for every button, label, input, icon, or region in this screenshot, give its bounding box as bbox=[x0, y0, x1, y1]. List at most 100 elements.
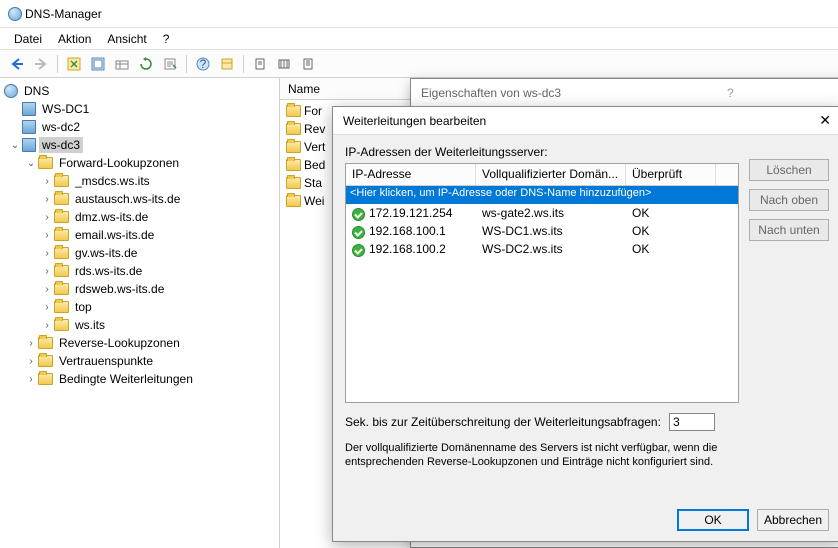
toolbar: ? bbox=[0, 50, 838, 78]
delete-button[interactable]: Löschen bbox=[749, 159, 829, 181]
toolbar-btn-3[interactable] bbox=[111, 53, 133, 75]
toolbar-btn-4[interactable] bbox=[216, 53, 238, 75]
expand-icon[interactable]: › bbox=[40, 194, 54, 205]
toolbar-btn-6[interactable] bbox=[273, 53, 295, 75]
col-verified[interactable]: Überprüft bbox=[626, 164, 716, 185]
move-up-button[interactable]: Nach oben bbox=[749, 189, 829, 211]
cancel-button[interactable]: Abbrechen bbox=[757, 509, 829, 531]
help-button[interactable]: ? bbox=[192, 53, 214, 75]
properties-title: Eigenschaften von ws-dc3 bbox=[421, 86, 561, 100]
tree-root[interactable]: DNS bbox=[0, 82, 279, 100]
tree-zone[interactable]: ›austausch.ws-its.de bbox=[0, 190, 279, 208]
expand-icon[interactable]: › bbox=[40, 212, 54, 223]
expand-icon[interactable]: › bbox=[40, 266, 54, 277]
expand-icon[interactable]: › bbox=[40, 284, 54, 295]
expand-icon[interactable]: › bbox=[40, 230, 54, 241]
tree-zone[interactable]: ›rdsweb.ws-its.de bbox=[0, 280, 279, 298]
folder-icon bbox=[286, 105, 301, 117]
folder-icon bbox=[54, 319, 69, 331]
folder-icon bbox=[286, 159, 301, 171]
window-title: DNS-Manager bbox=[25, 7, 102, 21]
folder-icon bbox=[54, 247, 69, 259]
dns-root-icon bbox=[4, 84, 18, 98]
toolbar-btn-5[interactable] bbox=[249, 53, 271, 75]
tree-zone[interactable]: ›top bbox=[0, 298, 279, 316]
back-button[interactable] bbox=[6, 53, 28, 75]
expand-icon[interactable]: › bbox=[24, 374, 38, 385]
tree-zone[interactable]: ›rds.ws-its.de bbox=[0, 262, 279, 280]
tree-cond-fwd[interactable]: ›Bedingte Weiterleitungen bbox=[0, 370, 279, 388]
folder-icon bbox=[38, 373, 53, 385]
folder-icon bbox=[38, 337, 53, 349]
expand-icon[interactable]: › bbox=[40, 320, 54, 331]
tree-zone[interactable]: ›dmz.ws-its.de bbox=[0, 208, 279, 226]
forwarders-label: IP-Adressen der Weiterleitungsserver: bbox=[345, 145, 829, 159]
folder-icon bbox=[54, 283, 69, 295]
expand-icon[interactable]: › bbox=[24, 356, 38, 367]
menu-view[interactable]: Ansicht bbox=[99, 30, 154, 48]
export-button[interactable] bbox=[159, 53, 181, 75]
forwarders-grid: IP-Adresse Vollqualifizierter Domän... Ü… bbox=[345, 163, 739, 403]
tree-root-label: DNS bbox=[21, 83, 52, 99]
tree-rev-zones[interactable]: ›Reverse-Lookupzonen bbox=[0, 334, 279, 352]
tree-zone[interactable]: ›email.ws-its.de bbox=[0, 226, 279, 244]
timeout-input[interactable] bbox=[669, 413, 715, 431]
server-icon bbox=[22, 102, 36, 116]
tree-server-selected[interactable]: ⌄ws-dc3 bbox=[0, 136, 279, 154]
folder-icon bbox=[54, 175, 69, 187]
ok-icon bbox=[352, 226, 365, 239]
menu-action[interactable]: Aktion bbox=[50, 30, 99, 48]
collapse-icon[interactable]: ⌄ bbox=[24, 158, 38, 169]
close-icon[interactable]: ✕ bbox=[819, 112, 831, 129]
tree-server[interactable]: WS-DC1 bbox=[0, 100, 279, 118]
forwarder-row[interactable]: 192.168.100.2WS-DC2.ws.itsOK bbox=[346, 240, 738, 258]
tree-server[interactable]: ws-dc2 bbox=[0, 118, 279, 136]
svg-text:?: ? bbox=[200, 57, 207, 71]
move-down-button[interactable]: Nach unten bbox=[749, 219, 829, 241]
edit-forwarders-dialog: Weiterleitungen bearbeiten ✕ IP-Adressen… bbox=[332, 106, 838, 542]
help-icon[interactable]: ? bbox=[727, 86, 734, 100]
ok-icon bbox=[352, 208, 365, 221]
timeout-label: Sek. bis zur Zeitüberschreitung der Weit… bbox=[345, 415, 661, 429]
ok-button[interactable]: OK bbox=[677, 509, 749, 531]
server-icon bbox=[22, 138, 36, 152]
dialog-title: Weiterleitungen bearbeiten bbox=[343, 114, 486, 128]
tree-zone[interactable]: ›_msdcs.ws.its bbox=[0, 172, 279, 190]
tree-panel: DNS WS-DC1 ws-dc2 ⌄ws-dc3 ⌄Forward-Looku… bbox=[0, 78, 280, 548]
expand-icon[interactable]: › bbox=[40, 302, 54, 313]
collapse-icon[interactable]: ⌄ bbox=[8, 140, 22, 151]
ok-icon bbox=[352, 244, 365, 257]
folder-icon bbox=[54, 301, 69, 313]
folder-icon bbox=[54, 211, 69, 223]
folder-icon bbox=[54, 229, 69, 241]
folder-icon bbox=[286, 195, 301, 207]
folder-icon bbox=[38, 157, 53, 169]
content-panel: Name ForRevVertBedStaWei Eigenschaften v… bbox=[280, 78, 838, 548]
forwarder-row[interactable]: 172.19.121.254ws-gate2.ws.itsOK bbox=[346, 204, 738, 222]
folder-icon bbox=[286, 177, 301, 189]
tree-fwd-zones[interactable]: ⌄Forward-Lookupzonen bbox=[0, 154, 279, 172]
dns-app-icon bbox=[8, 7, 22, 21]
expand-icon[interactable]: › bbox=[40, 176, 54, 187]
refresh-button[interactable] bbox=[135, 53, 157, 75]
col-ip[interactable]: IP-Adresse bbox=[346, 164, 476, 185]
note-text: Der vollqualifizierte Domänenname des Se… bbox=[345, 441, 739, 469]
forward-button[interactable] bbox=[30, 53, 52, 75]
toolbar-btn-2[interactable] bbox=[87, 53, 109, 75]
toolbar-btn-1[interactable] bbox=[63, 53, 85, 75]
toolbar-btn-7[interactable] bbox=[297, 53, 319, 75]
folder-icon bbox=[286, 123, 301, 135]
add-entry-row[interactable]: <Hier klicken, um IP-Adresse oder DNS-Na… bbox=[346, 186, 738, 204]
forwarder-row[interactable]: 192.168.100.1WS-DC1.ws.itsOK bbox=[346, 222, 738, 240]
folder-icon bbox=[54, 193, 69, 205]
expand-icon[interactable]: › bbox=[24, 338, 38, 349]
tree-zone[interactable]: ›gv.ws-its.de bbox=[0, 244, 279, 262]
menu-bar: Datei Aktion Ansicht ? bbox=[0, 28, 838, 50]
tree-zone[interactable]: ›ws.its bbox=[0, 316, 279, 334]
col-fqdn[interactable]: Vollqualifizierter Domän... bbox=[476, 164, 626, 185]
folder-icon bbox=[38, 355, 53, 367]
expand-icon[interactable]: › bbox=[40, 248, 54, 259]
menu-file[interactable]: Datei bbox=[6, 30, 50, 48]
tree-trust[interactable]: ›Vertrauenspunkte bbox=[0, 352, 279, 370]
menu-help[interactable]: ? bbox=[155, 30, 178, 48]
